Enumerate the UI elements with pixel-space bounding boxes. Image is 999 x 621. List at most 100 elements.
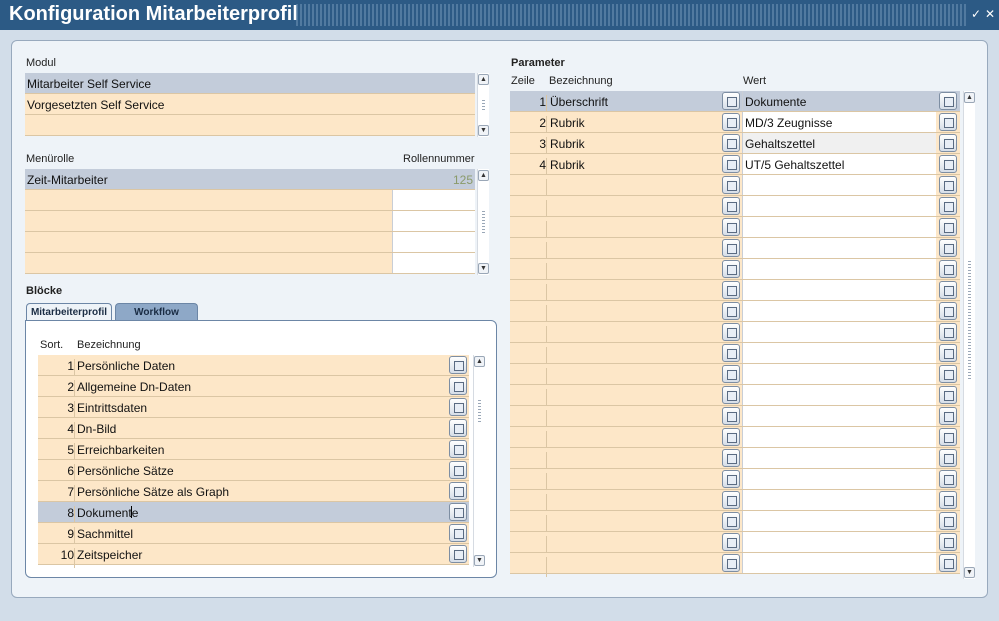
edit-icon[interactable]: [722, 554, 740, 572]
table-row[interactable]: 2 Allgemeine Dn-Daten: [38, 376, 469, 400]
wert-field[interactable]: [742, 406, 936, 426]
table-row[interactable]: 5 Erreichbarkeiten: [38, 439, 469, 463]
edit-icon[interactable]: [722, 155, 740, 173]
bloecke-scrollbar[interactable]: ▲ ▼: [473, 355, 485, 567]
edit-icon[interactable]: [449, 377, 467, 395]
wert-field[interactable]: [742, 280, 936, 300]
edit-icon[interactable]: [939, 92, 957, 110]
wert-field[interactable]: [742, 175, 936, 195]
wert-field[interactable]: [742, 364, 936, 384]
list-item[interactable]: [25, 211, 475, 232]
edit-icon[interactable]: [449, 356, 467, 374]
rollennummer-field[interactable]: [392, 232, 475, 252]
table-row[interactable]: [510, 238, 960, 262]
table-row[interactable]: 1 Persönliche Daten: [38, 355, 469, 379]
edit-icon[interactable]: [722, 533, 740, 551]
wert-field[interactable]: [742, 301, 936, 321]
edit-icon[interactable]: [722, 197, 740, 215]
wert-field[interactable]: [742, 196, 936, 216]
wert-field[interactable]: [742, 238, 936, 258]
edit-icon[interactable]: [939, 386, 957, 404]
edit-icon[interactable]: [939, 134, 957, 152]
wert-field[interactable]: [742, 385, 936, 405]
edit-icon[interactable]: [939, 218, 957, 236]
table-row[interactable]: 9 Sachmittel: [38, 523, 469, 547]
wert-field[interactable]: [742, 511, 936, 531]
edit-icon[interactable]: [449, 440, 467, 458]
edit-icon[interactable]: [449, 482, 467, 500]
menuerolle-scrollbar[interactable]: ▲ ▼: [477, 169, 489, 275]
edit-icon[interactable]: [722, 512, 740, 530]
edit-icon[interactable]: [722, 302, 740, 320]
table-row[interactable]: 8 Dokumente: [38, 502, 469, 526]
edit-icon[interactable]: [449, 503, 467, 521]
edit-icon[interactable]: [939, 197, 957, 215]
table-row[interactable]: [510, 217, 960, 241]
scroll-up-icon[interactable]: ▲: [964, 92, 975, 103]
table-row[interactable]: 7 Persönliche Sätze als Graph: [38, 481, 469, 505]
wert-field[interactable]: [742, 553, 936, 573]
edit-icon[interactable]: [939, 491, 957, 509]
tab-workflow[interactable]: Workflow: [115, 303, 198, 321]
scroll-grip-icon[interactable]: [482, 100, 485, 110]
scroll-down-icon[interactable]: ▼: [478, 263, 489, 274]
edit-icon[interactable]: [939, 512, 957, 530]
edit-icon[interactable]: [722, 218, 740, 236]
wert-field[interactable]: [742, 448, 936, 468]
scroll-grip-icon[interactable]: [478, 400, 481, 422]
table-row[interactable]: [510, 532, 960, 556]
scroll-down-icon[interactable]: ▼: [964, 567, 975, 578]
edit-icon[interactable]: [939, 302, 957, 320]
scroll-down-icon[interactable]: ▼: [474, 555, 485, 566]
table-row[interactable]: 2 Rubrik MD/3 Zeugnisse: [510, 112, 960, 136]
edit-icon[interactable]: [939, 323, 957, 341]
wert-field[interactable]: [742, 469, 936, 489]
edit-icon[interactable]: [722, 260, 740, 278]
table-row[interactable]: 1 Überschrift Dokumente: [510, 91, 960, 115]
edit-icon[interactable]: [722, 386, 740, 404]
table-row[interactable]: [510, 364, 960, 388]
table-row[interactable]: [510, 469, 960, 493]
list-item[interactable]: [25, 253, 475, 274]
list-item[interactable]: [25, 115, 475, 136]
wert-field[interactable]: [742, 490, 936, 510]
scroll-grip-icon[interactable]: [482, 211, 485, 233]
edit-icon[interactable]: [722, 491, 740, 509]
table-row[interactable]: [510, 175, 960, 199]
modul-scrollbar[interactable]: ▲ ▼: [477, 73, 489, 137]
edit-icon[interactable]: [939, 449, 957, 467]
table-row[interactable]: 3 Eintrittsdaten: [38, 397, 469, 421]
wert-field[interactable]: [742, 532, 936, 552]
table-row[interactable]: 6 Persönliche Sätze: [38, 460, 469, 484]
wert-field[interactable]: Dokumente: [742, 91, 936, 111]
edit-icon[interactable]: [722, 470, 740, 488]
edit-icon[interactable]: [939, 344, 957, 362]
rollennummer-field[interactable]: [392, 253, 475, 273]
wert-field[interactable]: UT/5 Gehaltszettel: [742, 154, 936, 174]
list-item[interactable]: [25, 190, 475, 211]
list-item[interactable]: Vorgesetzten Self Service: [25, 94, 475, 115]
table-row[interactable]: [510, 343, 960, 367]
scroll-grip-icon[interactable]: [968, 261, 971, 381]
edit-icon[interactable]: [449, 419, 467, 437]
scroll-up-icon[interactable]: ▲: [478, 74, 489, 85]
wert-field[interactable]: [742, 217, 936, 237]
list-item[interactable]: [25, 232, 475, 253]
table-row[interactable]: [510, 280, 960, 304]
edit-icon[interactable]: [722, 134, 740, 152]
edit-icon[interactable]: [939, 281, 957, 299]
edit-icon[interactable]: [722, 281, 740, 299]
edit-icon[interactable]: [722, 407, 740, 425]
edit-icon[interactable]: [722, 239, 740, 257]
table-row[interactable]: [510, 511, 960, 535]
edit-icon[interactable]: [939, 239, 957, 257]
rollennummer-field[interactable]: [392, 190, 475, 210]
edit-icon[interactable]: [939, 113, 957, 131]
table-row[interactable]: [510, 490, 960, 514]
edit-icon[interactable]: [449, 524, 467, 542]
edit-icon[interactable]: [939, 470, 957, 488]
list-item[interactable]: Zeit-Mitarbeiter 125: [25, 169, 475, 190]
table-row[interactable]: [510, 406, 960, 430]
parameter-scrollbar[interactable]: ▲ ▼: [963, 91, 975, 579]
edit-icon[interactable]: [722, 323, 740, 341]
